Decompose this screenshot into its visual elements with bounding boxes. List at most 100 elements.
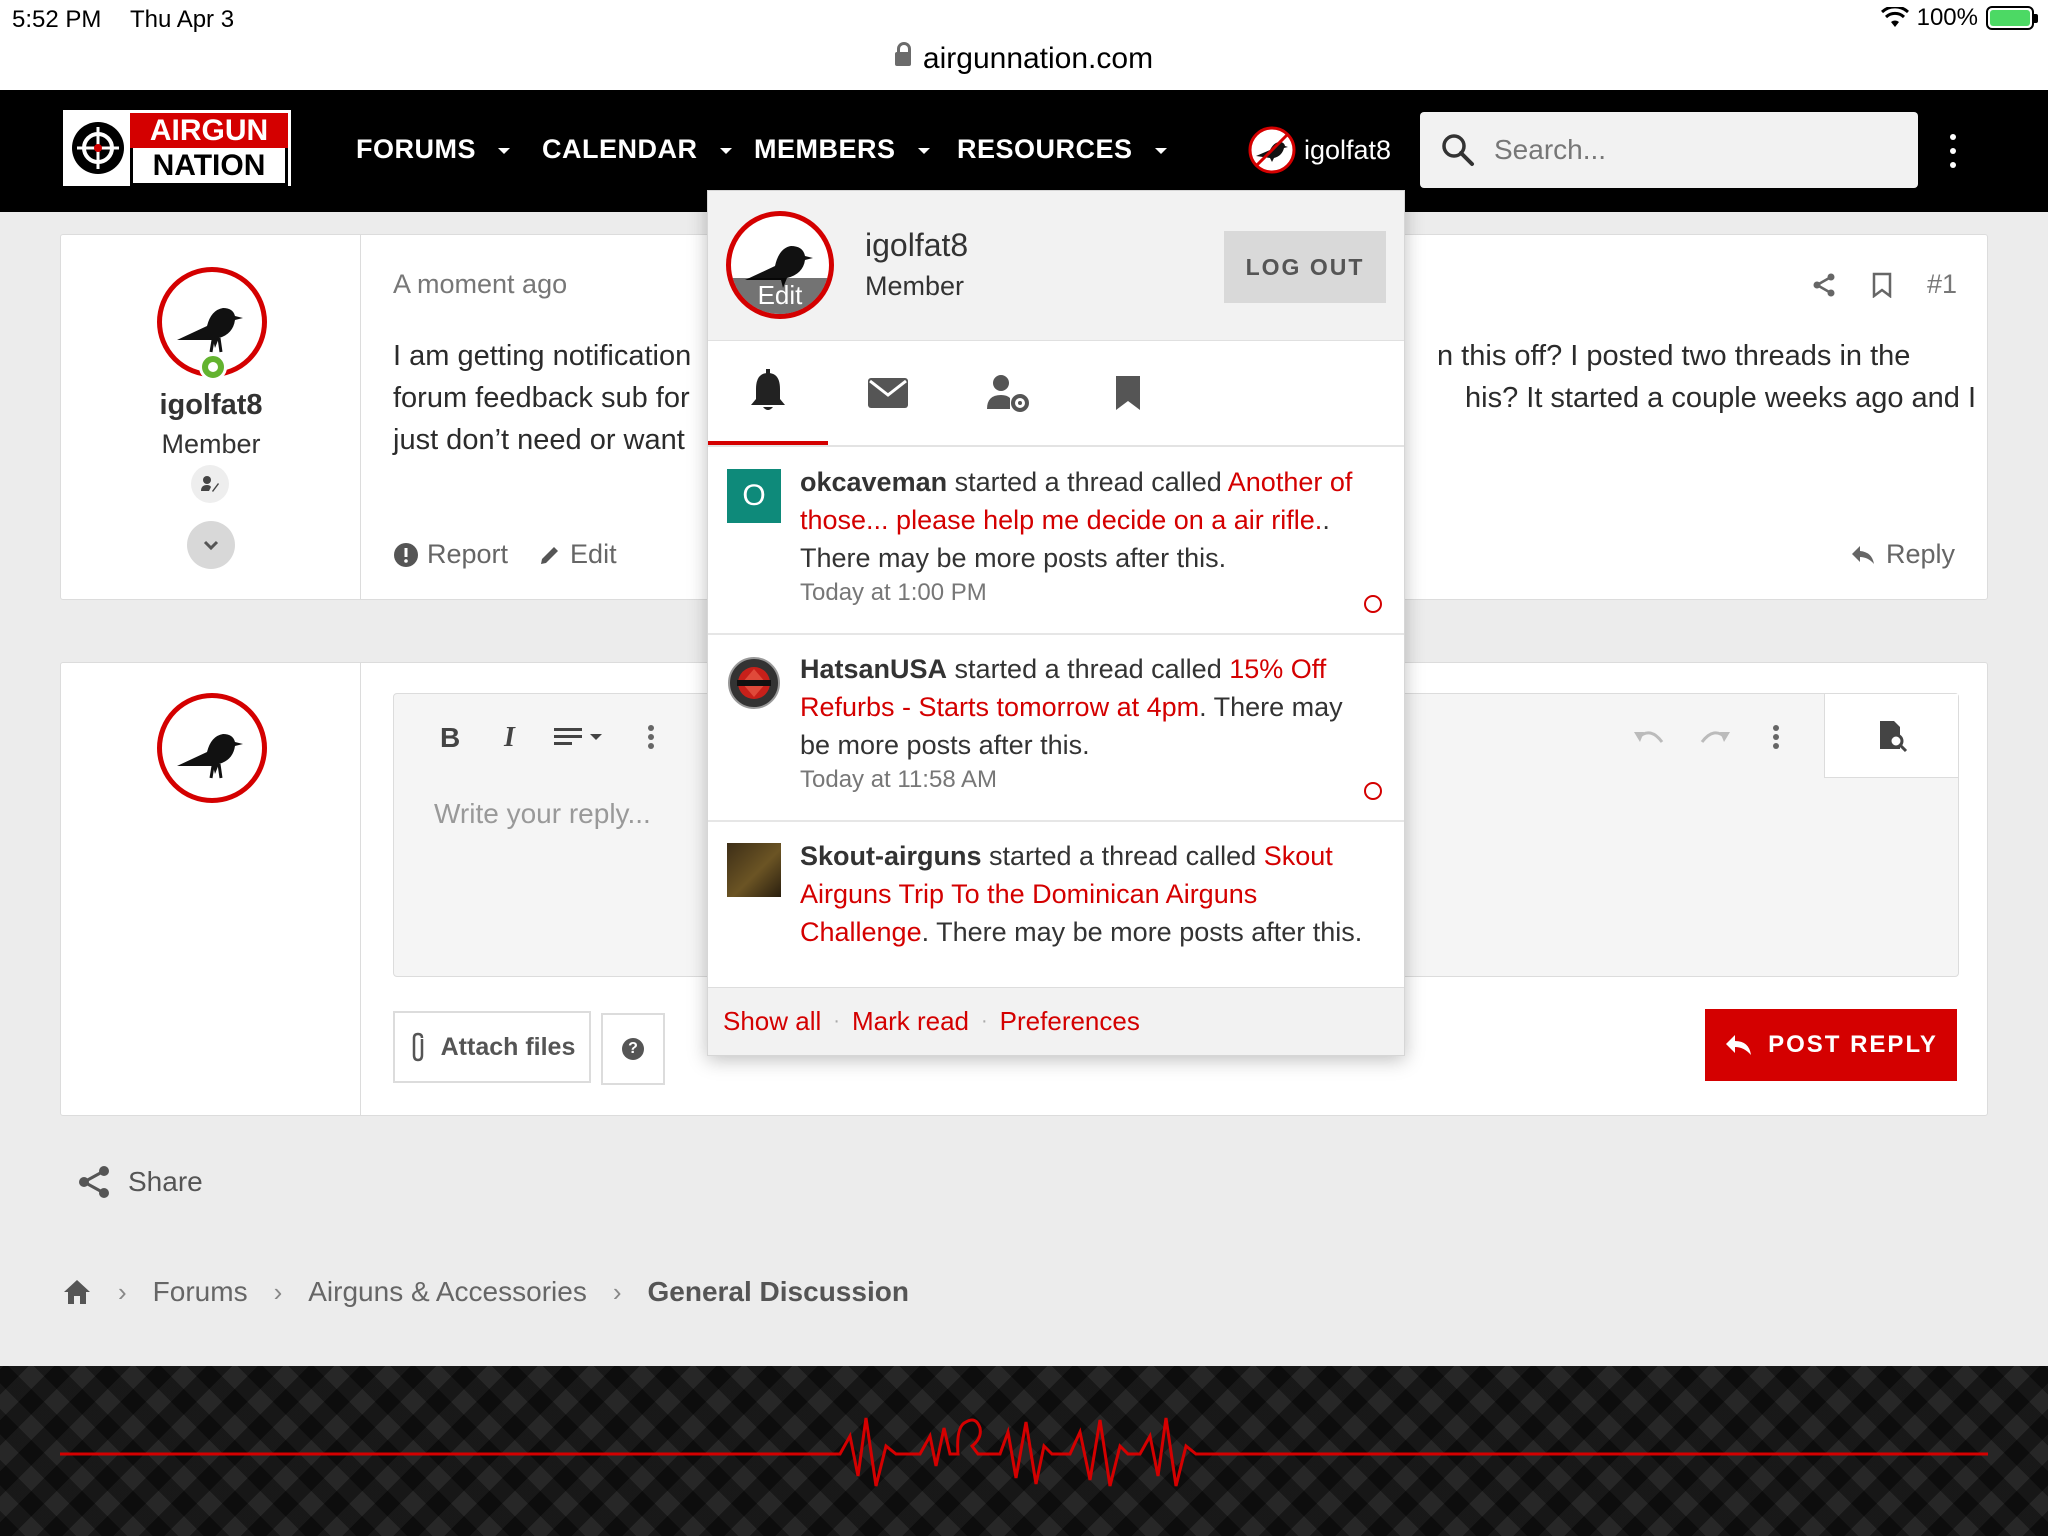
notification-item[interactable]: O okcaveman started a thread called Anot…	[708, 449, 1404, 635]
preview-icon	[1879, 720, 1907, 752]
popup-user-title: Member	[865, 271, 965, 301]
post-text-line: his? It started a couple weeks ago and I	[1465, 382, 1977, 414]
post-footer-actions: Report Edit	[393, 539, 617, 570]
post-text-line: just don’t need or want	[393, 424, 685, 456]
lock-icon	[894, 42, 911, 66]
nav-calendar[interactable]: CALENDAR	[542, 134, 732, 165]
unread-indicator-icon[interactable]	[1364, 782, 1382, 800]
more-options-icon[interactable]	[647, 724, 655, 750]
chevron-right-icon: ›	[273, 1276, 283, 1307]
popup-username[interactable]: igolfat8	[865, 227, 968, 264]
nav-username: igolfat8	[1304, 134, 1392, 165]
mark-read-link[interactable]: Mark read	[852, 1006, 969, 1037]
attach-files-button[interactable]: Attach files	[393, 1011, 591, 1083]
account-popup-menu: Edit igolfat8 Member LOG OUT O okcaveman…	[707, 190, 1405, 1056]
avatar[interactable]: O	[727, 469, 781, 523]
nav-resources[interactable]: RESOURCES	[957, 134, 1167, 165]
share-label: Share	[128, 1166, 203, 1197]
breadcrumb-item[interactable]: Forums	[153, 1276, 248, 1308]
notification-item[interactable]: HatsanUSA started a thread called 15% Of…	[708, 636, 1404, 822]
avatar	[157, 693, 267, 803]
user-edit-icon	[191, 465, 229, 503]
report-button[interactable]: Report	[393, 539, 508, 570]
notification-text: HatsanUSA started a thread called 15% Of…	[800, 654, 1343, 760]
avatar[interactable]: Edit	[726, 211, 834, 319]
bookmark-icon	[1116, 376, 1140, 410]
browser-url-bar[interactable]: airgunnation.com	[0, 42, 2048, 76]
logout-button[interactable]: LOG OUT	[1224, 231, 1386, 303]
notification-text: okcaveman started a thread called Anothe…	[800, 467, 1353, 573]
redo-icon[interactable]	[1698, 728, 1730, 746]
chevron-right-icon: ›	[118, 1276, 127, 1307]
notification-item[interactable]: Skout-airguns started a thread called Sk…	[708, 823, 1404, 977]
paperclip-icon	[412, 1032, 423, 1062]
preferences-link[interactable]: Preferences	[1000, 1006, 1140, 1037]
poster-title: Member	[161, 429, 261, 459]
share-button[interactable]: Share	[76, 1164, 203, 1200]
more-options-icon[interactable]	[1946, 134, 1960, 168]
popup-footer: Show all · Mark read · Preferences	[708, 987, 1404, 1055]
breadcrumb-item[interactable]: General Discussion	[648, 1276, 909, 1308]
heartbeat-line-decoration	[60, 1417, 1988, 1487]
italic-icon[interactable]: I	[504, 722, 515, 754]
expand-button[interactable]	[187, 521, 235, 569]
post-number[interactable]: #1	[1927, 269, 1957, 300]
post-reply-button[interactable]: POST REPLY	[1705, 1009, 1957, 1081]
attach-files-label: Attach files	[440, 1032, 576, 1061]
breadcrumb: › Forums › Airguns & Accessories › Gener…	[62, 1276, 909, 1308]
crosshair-icon	[66, 113, 130, 183]
notification-time: Today at 11:58 AM	[800, 766, 998, 793]
popup-tabs	[708, 341, 1404, 447]
notification-list: O okcaveman started a thread called Anot…	[708, 449, 1404, 977]
bold-icon[interactable]: B	[440, 722, 460, 754]
user-settings-icon	[987, 375, 1029, 412]
search-box[interactable]	[1420, 112, 1918, 188]
edit-button[interactable]: Edit	[538, 539, 617, 570]
breadcrumb-item[interactable]: Airguns & Accessories	[308, 1276, 587, 1308]
poster-name[interactable]: igolfat8	[61, 389, 361, 422]
ios-status-bar: 5:52 PM Thu Apr 3 airgunnation.com 100%	[0, 0, 2048, 90]
site-footer	[0, 1366, 2048, 1536]
tab-conversations[interactable]	[828, 341, 948, 445]
chevron-down-icon[interactable]	[917, 147, 930, 154]
account-menu[interactable]: igolfat8	[1248, 126, 1391, 174]
show-all-link[interactable]: Show all	[723, 1006, 821, 1037]
chevron-down-icon[interactable]	[498, 147, 510, 154]
bookmark-icon[interactable]	[1871, 272, 1893, 298]
envelope-icon	[868, 378, 908, 408]
battery-icon	[1986, 6, 2038, 30]
reply-author-column	[61, 663, 361, 1115]
post-timestamp[interactable]: A moment ago	[393, 269, 567, 300]
preview-button[interactable]	[1824, 694, 1958, 778]
chevron-down-icon	[203, 540, 219, 551]
reply-label: Reply	[1885, 539, 1955, 569]
paragraph-format-icon[interactable]	[554, 726, 608, 748]
avatar-edit-label[interactable]: Edit	[731, 278, 829, 314]
more-options-icon[interactable]	[1772, 724, 1780, 750]
reply-button[interactable]: Reply	[1850, 539, 1955, 570]
undo-icon[interactable]	[1634, 728, 1666, 746]
post-text-line: forum feedback sub for	[393, 382, 690, 414]
logo-text-bottom: NATION	[130, 148, 288, 186]
post-actions-top: #1	[1811, 269, 1957, 300]
nav-forums[interactable]: FORUMS	[356, 134, 510, 165]
notification-text: Skout-airguns started a thread called Sk…	[800, 841, 1363, 947]
chevron-down-icon[interactable]	[1154, 147, 1167, 154]
chevron-down-icon[interactable]	[719, 147, 732, 154]
tab-alerts[interactable]	[708, 341, 828, 445]
avatar[interactable]	[727, 656, 781, 710]
alert-icon	[394, 542, 418, 567]
avatar[interactable]	[727, 843, 781, 897]
search-input[interactable]	[1494, 134, 1874, 166]
help-button[interactable]: ?	[601, 1013, 665, 1085]
tab-account-settings[interactable]	[948, 341, 1068, 445]
nav-members[interactable]: MEMBERS	[754, 134, 930, 165]
post-reply-label: POST REPLY	[1768, 1031, 1938, 1058]
unread-indicator-icon[interactable]	[1364, 595, 1382, 613]
home-icon[interactable]	[62, 1278, 92, 1306]
site-logo[interactable]: AIRGUN NATION	[63, 110, 291, 186]
share-icon	[79, 1166, 109, 1198]
status-date: Thu Apr 3	[130, 6, 235, 33]
share-icon[interactable]	[1811, 272, 1837, 298]
tab-bookmarks[interactable]	[1068, 341, 1188, 445]
